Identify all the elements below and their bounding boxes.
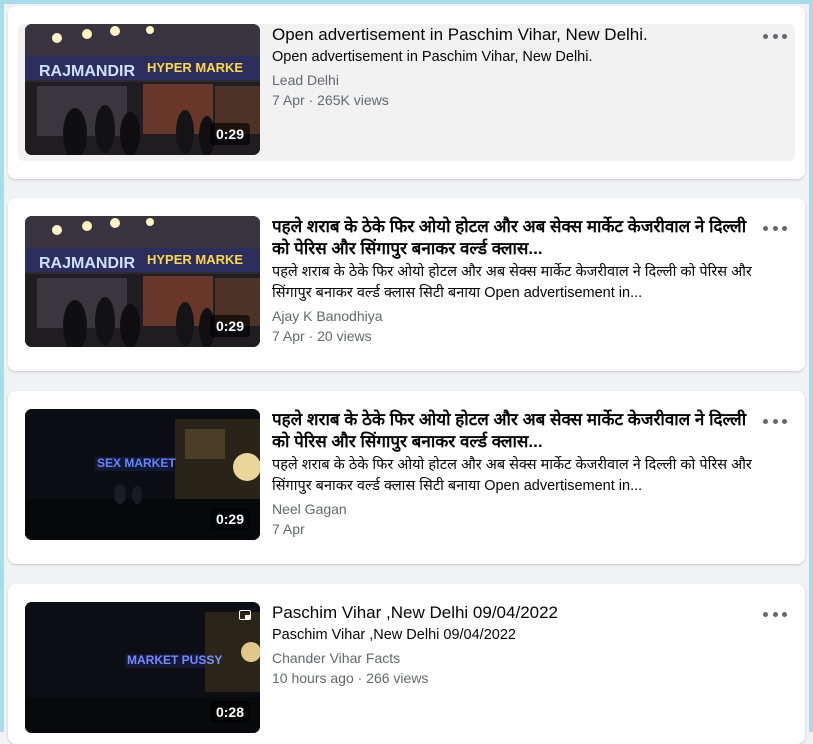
video-duration: 0:28	[209, 701, 250, 723]
video-duration: 0:29	[209, 123, 250, 145]
thumb-sign-text: HYPER MARKE	[147, 60, 243, 75]
thumb-sign-text: RAJMANDIR	[39, 255, 135, 272]
more-options-icon[interactable]	[763, 413, 787, 429]
video-result-card[interactable]: RAJMANDIR HYPER MARKE 0:29 Open advertis…	[8, 6, 805, 179]
video-meta: 10 hours ago · 266 views	[272, 670, 429, 686]
video-description: Paschim Vihar ,New Delhi 09/04/2022	[272, 627, 516, 643]
video-source[interactable]: Lead Delhi	[272, 70, 762, 90]
video-result-card[interactable]: SEX MARKET 0:29 पहले शराब के ठेके फिर ओय…	[8, 391, 805, 564]
video-description: Open advertisement in Paschim Vihar, New…	[272, 49, 593, 65]
video-duration: 0:29	[209, 508, 250, 530]
video-title[interactable]: Paschim Vihar ,New Delhi 09/04/2022	[272, 602, 762, 623]
video-result-card[interactable]: MARKET PUSSY 0:28 Paschim Vihar ,New Del…	[8, 584, 805, 744]
video-info: Paschim Vihar ,New Delhi 09/04/2022 Pasc…	[272, 602, 762, 688]
video-meta: 7 Apr	[272, 521, 305, 537]
video-duration: 0:29	[209, 315, 250, 337]
picture-in-picture-icon[interactable]	[239, 610, 251, 620]
more-options-icon[interactable]	[763, 28, 787, 44]
video-info: पहले शराब के ठेके फिर ओयो होटल और अब सेक…	[272, 409, 762, 539]
video-source[interactable]: Ajay K Banodhiya	[272, 306, 762, 326]
video-thumbnail[interactable]: RAJMANDIR HYPER MARKE 0:29	[25, 24, 260, 155]
video-title[interactable]: पहले शराब के ठेके फिर ओयो होटल और अब सेक…	[272, 409, 762, 453]
video-thumbnail[interactable]: MARKET PUSSY 0:28	[25, 602, 260, 733]
thumb-sign-text: HYPER MARKE	[147, 252, 243, 267]
video-info: Open advertisement in Paschim Vihar, New…	[272, 24, 762, 110]
video-title[interactable]: पहले शराब के ठेके फिर ओयो होटल और अब सेक…	[272, 216, 762, 260]
more-options-icon[interactable]	[763, 606, 787, 622]
video-description: पहले शराब के ठेके फिर ओयो होटल और अब सेक…	[272, 264, 752, 301]
more-options-icon[interactable]	[763, 220, 787, 236]
video-description: पहले शराब के ठेके फिर ओयो होटल और अब सेक…	[272, 457, 752, 494]
video-meta: 7 Apr · 265K views	[272, 92, 389, 108]
video-info: पहले शराब के ठेके फिर ओयो होटल और अब सेक…	[272, 216, 762, 346]
video-source[interactable]: Neel Gagan	[272, 499, 762, 519]
video-meta: 7 Apr · 20 views	[272, 328, 372, 344]
video-thumbnail[interactable]: RAJMANDIR HYPER MARKE 0:29	[25, 216, 260, 347]
video-thumbnail[interactable]: SEX MARKET 0:29	[25, 409, 260, 540]
thumb-sign-text: RAJMANDIR	[39, 63, 135, 80]
video-result-card[interactable]: RAJMANDIR HYPER MARKE 0:29 पहले शराब के …	[8, 198, 805, 371]
video-title[interactable]: Open advertisement in Paschim Vihar, New…	[272, 24, 762, 45]
video-source[interactable]: Chander Vihar Facts	[272, 648, 762, 668]
